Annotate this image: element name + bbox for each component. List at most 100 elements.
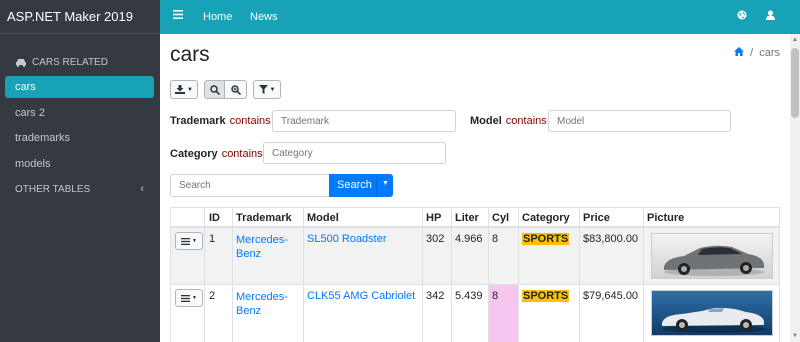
model-label: Model [470,115,502,127]
trademark-operator: contains [229,115,271,127]
cell-hp: 302 [426,233,445,245]
sidebar-item-trademarks[interactable]: trademarks [5,127,154,149]
col-header-cyl[interactable]: Cyl [492,212,509,224]
column-divider [232,208,233,342]
model-filter-label: Model contains [470,115,547,127]
caret-down-icon: ▼ [192,295,197,301]
sidebar-header: CARS RELATED [15,57,108,68]
search-input[interactable] [170,174,330,197]
nav-link-news[interactable]: News [250,11,278,23]
zoom-in-icon [230,84,241,95]
cell-cyl: 8 [492,290,499,302]
top-navbar: Home News [160,0,800,34]
cell-liter: 4.966 [455,233,483,245]
cell-liter: 5.439 [455,290,483,302]
col-header-liter[interactable]: Liter [455,212,479,224]
category-label: Category [170,148,218,160]
category-badge: SPORTS [522,290,570,302]
scroll-up-arrow-icon[interactable]: ▲ [792,37,798,43]
category-badge: SPORTS [522,233,570,245]
export-button[interactable]: ▼ [170,80,198,99]
home-icon[interactable] [734,47,745,59]
category-input[interactable] [263,142,446,164]
col-header-id[interactable]: ID [209,212,220,224]
caret-down-icon: ▼ [382,180,389,187]
sidebar-item-models[interactable]: models [5,153,154,175]
filter-icon [258,85,268,94]
category-operator: contains [221,148,263,160]
col-header-price[interactable]: Price [583,212,610,224]
category-filter-label: Category contains [170,148,263,160]
model-operator: contains [505,115,547,127]
col-header-trademark[interactable]: Trademark [236,212,292,224]
cars-table: ID Trademark Model HP Liter Cyl Category… [170,207,780,342]
table-header: ID Trademark Model HP Liter Cyl Category… [171,208,779,228]
col-header-hp[interactable]: HP [426,212,441,224]
car-picture[interactable] [651,290,773,336]
trademark-filter-label: Trademark contains [170,115,271,127]
brand-logo[interactable]: ASP.NET Maker 2019 [0,0,160,34]
car-picture[interactable] [651,233,773,279]
cell-trademark-line-2: Benz [236,305,262,317]
nav-link-home[interactable]: Home [203,11,232,23]
user-icon[interactable] [766,10,775,23]
car-icon [16,59,26,67]
cell-model-link[interactable]: CLK55 AMG Cabriolet [307,290,415,302]
search-icon [209,84,220,95]
row-actions-button[interactable]: ▼ [175,232,203,250]
row-actions-button[interactable]: ▼ [175,289,203,307]
cell-cyl: 8 [492,233,499,245]
scroll-down-arrow-icon[interactable]: ▼ [792,333,798,339]
advanced-search-button[interactable] [224,80,247,99]
caret-down-icon: ▼ [269,86,276,93]
list-icon [181,294,191,302]
sidebar: CARS RELATED cars cars 2 trademarks mode… [0,34,160,342]
table-row: ▼ 1 Mercedes- Benz SL500 Roadster 302 4.9… [171,228,779,285]
menu-toggle-icon[interactable] [173,10,183,22]
sidebar-item-other-tables[interactable]: OTHER TABLES ‹ [5,179,154,201]
cell-id: 2 [209,290,216,302]
breadcrumb: / cars [734,47,780,59]
column-divider [643,208,644,342]
column-divider [422,208,423,342]
chevron-left-icon: ‹ [140,183,144,195]
search-panel-toggle-button[interactable] [204,80,225,99]
scrollbar-thumb[interactable] [791,48,799,118]
page-title: cars [170,43,210,66]
search-button[interactable]: Search [329,174,376,197]
sidebar-item-other-label: OTHER TABLES [15,184,91,195]
col-header-category[interactable]: Category [522,212,570,224]
globe-icon[interactable] [737,10,747,23]
caret-down-icon: ▼ [187,86,193,93]
cell-trademark-line-1: Mercedes- [236,291,288,303]
cell-trademark-line-1: Mercedes- [236,234,288,246]
cell-model-link[interactable]: SL500 Roadster [307,233,387,245]
model-input[interactable] [548,110,731,132]
col-header-picture[interactable]: Picture [647,212,684,224]
cell-price: $83,800.00 [583,233,639,245]
breadcrumb-separator: / [750,47,754,59]
breadcrumb-current: cars [759,47,780,59]
trademark-input[interactable] [272,110,456,132]
cell-trademark-link[interactable]: Mercedes- Benz [236,290,288,318]
column-divider [204,208,205,342]
filter-button[interactable]: ▼ [253,80,281,99]
column-divider [579,208,580,342]
cell-hp: 342 [426,290,445,302]
cell-price: $79,645.00 [583,290,639,302]
col-header-model[interactable]: Model [307,212,339,224]
table-row: ▼ 2 Mercedes- Benz CLK55 AMG Cabriolet 34… [171,285,779,342]
sidebar-item-cars[interactable]: cars [5,76,154,98]
sidebar-header-label: CARS RELATED [32,57,108,68]
search-options-dropdown[interactable]: ▼ [376,174,393,197]
trademark-label: Trademark [170,115,226,127]
sidebar-item-cars-2[interactable]: cars 2 [5,102,154,124]
column-divider [303,208,304,342]
list-icon [181,237,191,245]
download-icon [175,85,186,94]
cell-trademark-link[interactable]: Mercedes- Benz [236,233,288,261]
cell-trademark-line-2: Benz [236,248,262,260]
caret-down-icon: ▼ [192,238,197,244]
column-divider [451,208,452,342]
column-divider [488,208,489,342]
